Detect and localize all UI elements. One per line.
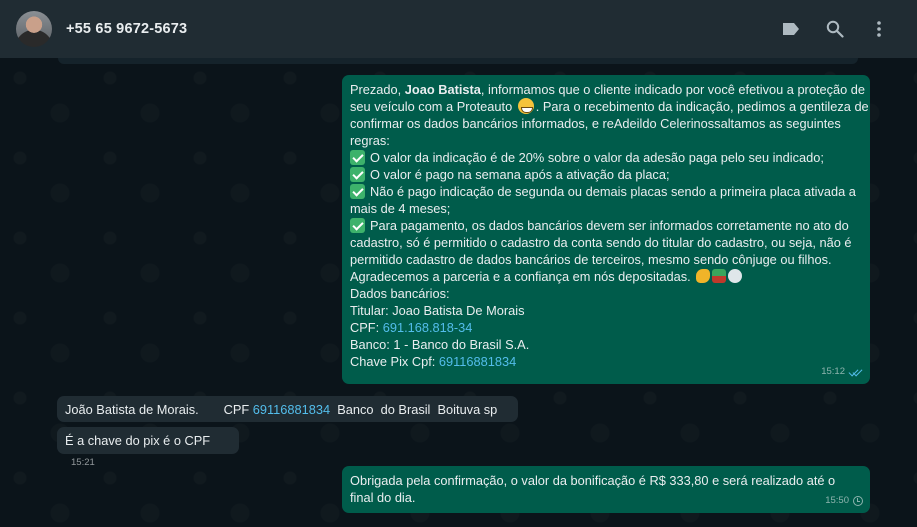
contact-name[interactable]: +55 65 9672-5673 bbox=[66, 21, 187, 37]
menu-dots-icon[interactable] bbox=[857, 9, 901, 49]
message-time: 15:21 bbox=[71, 457, 95, 468]
header-actions bbox=[769, 9, 901, 49]
message-outgoing[interactable]: Prezado, Joao Batista, informamos que o … bbox=[342, 75, 870, 384]
message-line: Prezado, Joao Batista, informamos que o … bbox=[350, 82, 866, 97]
message-line: cadastro, só é permitido o cadastro da c… bbox=[350, 235, 852, 250]
message-line: permitido cadastro de dados bancários de… bbox=[350, 252, 832, 267]
message-line: confirmar os dados bancários informados,… bbox=[350, 116, 841, 131]
message-text: Banco do Brasil Boituva sp bbox=[330, 402, 498, 417]
rule-item: O valor da indicação é de 20% sobre o va… bbox=[350, 149, 862, 166]
message-incoming[interactable]: João Batista de Morais. CPF 69116881834 … bbox=[57, 396, 518, 437]
check-mark-icon bbox=[350, 184, 365, 199]
message-time: 15:12 bbox=[821, 366, 845, 377]
message-meta: 15:12 bbox=[821, 363, 863, 380]
message-text: É a chave do pix é o CPF bbox=[65, 433, 211, 448]
message-line: Obrigada pela confirmação, o valor da bo… bbox=[350, 473, 836, 488]
truck-emoji-icon bbox=[712, 269, 727, 283]
message-meta: 15:21 bbox=[71, 454, 95, 471]
message-text: João Batista de Morais. CPF bbox=[65, 402, 253, 417]
cpf-link[interactable]: 69116881834 bbox=[253, 402, 330, 417]
previous-message-edge bbox=[58, 58, 858, 64]
message-line: Dados bancários: bbox=[350, 286, 450, 301]
gem-emoji-icon bbox=[728, 269, 743, 283]
handshake-emoji-icon bbox=[696, 269, 711, 283]
message-line: CPF: 691.168.818-34 bbox=[350, 320, 473, 335]
message-line: Chave Pix Cpf: 69116881834 bbox=[350, 354, 517, 369]
pending-clock-icon bbox=[853, 495, 863, 506]
read-double-check-icon bbox=[849, 367, 863, 377]
contact-avatar[interactable] bbox=[16, 11, 52, 47]
label-icon[interactable] bbox=[769, 9, 813, 49]
message-meta: 15:50 bbox=[825, 492, 863, 509]
search-icon[interactable] bbox=[813, 9, 857, 49]
message-time: 15:50 bbox=[825, 495, 849, 506]
message-incoming[interactable]: É a chave do pix é o CPF 15:21 bbox=[57, 427, 239, 468]
check-mark-icon bbox=[350, 150, 365, 165]
chat-header: +55 65 9672-5673 bbox=[0, 0, 917, 58]
message-line: Agradecemos a parceria e a confiança em … bbox=[350, 268, 862, 285]
message-line: final do dia. bbox=[350, 490, 416, 505]
chat-area[interactable]: Prezado, Joao Batista, informamos que o … bbox=[0, 58, 917, 527]
pix-key-link[interactable]: 69116881834 bbox=[439, 354, 516, 369]
message-line: Titular: Joao Batista De Morais bbox=[350, 303, 525, 318]
grinning-face-emoji-icon bbox=[517, 98, 534, 114]
rule-item: Não é pago indicação de segunda ou demai… bbox=[350, 183, 862, 200]
message-line: regras: bbox=[350, 133, 390, 148]
cpf-link[interactable]: 691.168.818-34 bbox=[383, 320, 473, 335]
rule-item: Para pagamento, os dados bancários devem… bbox=[350, 217, 862, 234]
check-mark-icon bbox=[350, 167, 365, 182]
check-mark-icon bbox=[350, 218, 365, 233]
message-line: seu veículo com a Proteauto . Para o rec… bbox=[350, 98, 869, 114]
message-line: mais de 4 meses; bbox=[350, 201, 451, 216]
message-line: Banco: 1 - Banco do Brasil S.A. bbox=[350, 337, 530, 352]
rule-item: O valor é pago na semana após a ativação… bbox=[350, 166, 862, 183]
message-outgoing[interactable]: Obrigada pela confirmação, o valor da bo… bbox=[342, 466, 870, 513]
